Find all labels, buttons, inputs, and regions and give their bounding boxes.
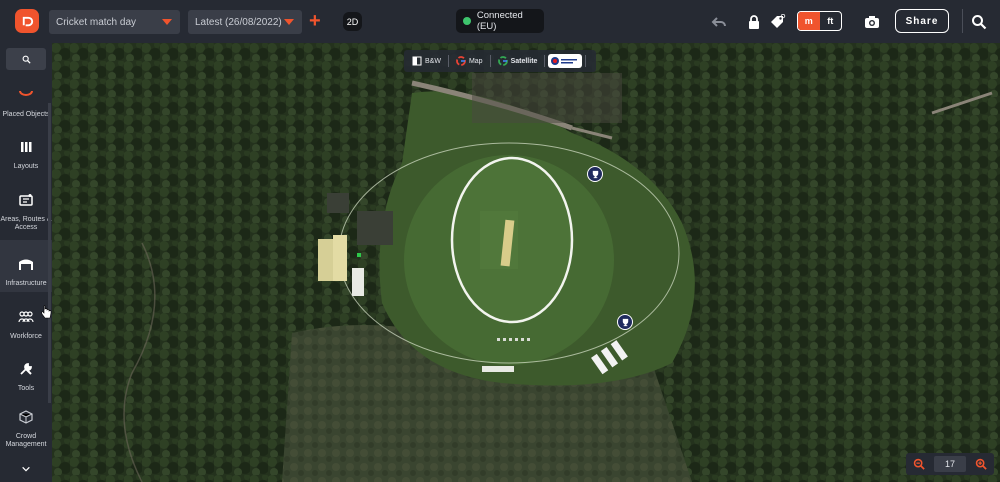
sidebar-item-label: Layouts — [13, 163, 39, 170]
version-select-value: Latest (26/08/2022) — [195, 16, 282, 28]
logo-icon — [22, 16, 33, 26]
sidebar-item-areas-routes[interactable]: Areas, Routes & Access — [0, 180, 52, 236]
google-icon — [456, 56, 466, 66]
sidebar-item-label: Workforce — [10, 333, 42, 340]
camera-icon[interactable] — [862, 12, 882, 32]
sidebar-item-label: Areas, Routes & Access — [0, 216, 52, 231]
add-icon[interactable]: + — [309, 11, 321, 31]
satellite-imagery — [52, 43, 1000, 482]
sidebar-item-tools[interactable]: Tools — [0, 345, 52, 397]
zoom-control: 17 — [906, 453, 994, 475]
connection-status-label: Connected (EU) — [476, 10, 523, 32]
top-toolbar: Cricket match day Latest (26/08/2022) + … — [0, 0, 1000, 43]
divider — [544, 55, 546, 67]
sidebar-item-layouts[interactable]: Layouts — [0, 123, 52, 175]
chevron-down-icon — [284, 19, 294, 25]
infrastructure-icon — [19, 259, 33, 270]
toolbar-divider — [962, 9, 963, 33]
layer-map-button[interactable]: Map — [452, 52, 487, 70]
map-layer-switcher: B&W Map Satellite — [404, 50, 596, 72]
divider — [489, 55, 491, 67]
app-window: Cricket match day Latest (26/08/2022) + … — [0, 0, 1000, 482]
share-button[interactable]: Share — [895, 9, 949, 33]
areas-routes-icon — [19, 194, 33, 206]
layer-satellite-button[interactable]: Satellite — [494, 52, 542, 70]
sidebar-scrollbar[interactable] — [48, 103, 51, 403]
project-select[interactable]: Cricket match day — [49, 10, 180, 34]
sidebar-item-label: Crowd Management — [5, 433, 47, 448]
trophy-icon — [592, 170, 598, 178]
crowd-management-icon — [19, 410, 33, 424]
sidebar-item-placed-objects[interactable]: Placed Objects — [0, 71, 52, 123]
google-icon — [497, 56, 508, 66]
search-icon — [22, 55, 31, 64]
sidebar: Placed Objects Layouts Areas, Routes & A… — [0, 43, 52, 482]
view-mode-toggle[interactable]: 2D — [343, 12, 362, 31]
sidebar-item-label: Placed Objects — [2, 111, 50, 118]
sidebar-item-label: Infrastructure — [5, 280, 47, 287]
search-icon[interactable] — [969, 12, 989, 32]
placed-objects-icon — [19, 90, 33, 96]
chevron-down-icon[interactable] — [18, 461, 34, 477]
sidebar-item-label: Tools — [17, 385, 35, 392]
connection-status: Connected (EU) — [456, 9, 544, 33]
grayscale-icon — [412, 56, 422, 66]
zoom-out-icon — [913, 458, 925, 470]
ordnance-survey-icon — [551, 57, 578, 65]
tools-icon — [20, 363, 32, 375]
divider — [585, 55, 587, 67]
map-marker-pin[interactable] — [617, 314, 633, 330]
zoom-level[interactable]: 17 — [934, 456, 966, 472]
tag-visibility-icon[interactable] — [768, 12, 788, 32]
zoom-out-button[interactable] — [912, 457, 926, 471]
map-canvas[interactable] — [52, 43, 1000, 482]
version-select[interactable]: Latest (26/08/2022) — [188, 10, 302, 34]
sidebar-item-infrastructure[interactable]: Infrastructure — [0, 240, 52, 292]
layer-label: Satellite — [510, 57, 538, 65]
layouts-icon — [21, 142, 32, 152]
zoom-in-icon — [975, 458, 987, 470]
trophy-icon — [622, 318, 628, 326]
layer-bw-button[interactable]: B&W — [408, 52, 445, 70]
sidebar-item-crowd-management[interactable]: Crowd Management — [0, 397, 52, 453]
unit-meters-button[interactable]: m — [798, 12, 820, 30]
ordnance-survey-logo[interactable] — [548, 54, 583, 68]
project-select-value: Cricket match day — [56, 16, 137, 28]
hand-cursor-icon — [41, 305, 52, 319]
status-dot — [463, 17, 471, 25]
unit-feet-button[interactable]: ft — [820, 12, 842, 30]
zoom-in-button[interactable] — [974, 457, 988, 471]
map-marker-pin[interactable] — [587, 166, 603, 182]
sidebar-item-workforce[interactable]: Workforce — [0, 293, 52, 345]
sidebar-search-button[interactable] — [6, 48, 46, 70]
layer-label: B&W — [425, 57, 441, 65]
undo-icon[interactable] — [709, 12, 729, 32]
unit-toggle: m ft — [797, 11, 842, 31]
chevron-down-icon — [162, 19, 172, 25]
lock-icon[interactable] — [744, 12, 764, 32]
layer-label: Map — [468, 57, 483, 65]
workforce-icon — [18, 311, 34, 323]
divider — [447, 55, 449, 67]
app-logo[interactable] — [15, 9, 39, 33]
